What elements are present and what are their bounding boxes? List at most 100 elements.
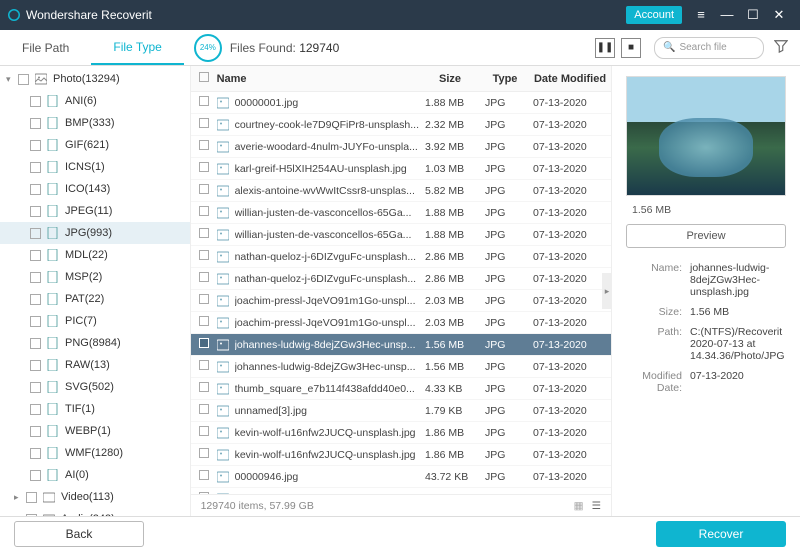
row-checkbox[interactable] [199,206,209,216]
recover-button[interactable]: Recover [656,521,786,547]
checkbox[interactable] [30,448,41,459]
checkbox[interactable] [30,338,41,349]
tree-item-icns[interactable]: ICNS(1) [0,156,190,178]
maximize-icon[interactable]: ☐ [740,7,766,23]
back-button[interactable]: Back [14,521,144,547]
file-row[interactable]: 00000946.jpg 43.72 KB JPG 07-13-2020 [191,466,611,488]
chevron-right-icon[interactable]: ▸ [14,514,26,517]
row-checkbox[interactable] [199,118,209,128]
row-checkbox[interactable] [199,272,209,282]
checkbox[interactable] [30,360,41,371]
col-size[interactable]: Size [419,73,481,85]
tree-item-mdl[interactable]: MDL(22) [0,244,190,266]
file-row[interactable]: nathan-queloz-j-6DIZvguFc-unsplash... 2.… [191,268,611,290]
row-checkbox[interactable] [199,316,209,326]
tree-item-pat[interactable]: PAT(22) [0,288,190,310]
row-checkbox[interactable] [199,250,209,260]
collapse-preview-icon[interactable]: ▸ [602,273,612,309]
file-row[interactable]: 00000001.jpg 1.88 MB JPG 07-13-2020 [191,92,611,114]
file-row[interactable]: nathan-queloz-j-6DIZvguFc-unsplash... 2.… [191,246,611,268]
file-row[interactable]: kevin-wolf-u16nfw2JUCQ-unsplash.jpg 1.86… [191,444,611,466]
file-row[interactable]: willian-justen-de-vasconcellos-65Ga... 1… [191,202,611,224]
row-checkbox[interactable] [199,338,209,348]
tree-item-raw[interactable]: RAW(13) [0,354,190,376]
row-checkbox[interactable] [199,162,209,172]
checkbox[interactable] [30,250,41,261]
close-icon[interactable]: ✕ [766,7,792,23]
search-input[interactable]: 🔍 Search file [654,37,764,59]
file-row[interactable]: johannes-ludwig-8dejZGw3Hec-unsp... 1.56… [191,356,611,378]
tree-item-jpeg[interactable]: JPEG(11) [0,200,190,222]
file-row[interactable]: kevin-wolf-u16nfw2JUCQ-unsplash.jpg 1.86… [191,422,611,444]
tree-item-webp[interactable]: WEBP(1) [0,420,190,442]
tree-item-jpg[interactable]: JPG(993) [0,222,190,244]
checkbox[interactable] [30,272,41,283]
tree-item-msp[interactable]: MSP(2) [0,266,190,288]
tree-item-gif[interactable]: GIF(621) [0,134,190,156]
tab-file-path[interactable]: File Path [0,30,91,65]
view-list-icon[interactable]: ☰ [592,500,601,512]
col-date[interactable]: Date Modified [529,73,611,85]
checkbox[interactable] [26,514,37,517]
row-checkbox[interactable] [199,382,209,392]
file-row[interactable]: joachim-pressl-JqeVO91m1Go-unspl... 2.03… [191,290,611,312]
row-checkbox[interactable] [199,228,209,238]
row-checkbox[interactable] [199,140,209,150]
preview-button[interactable]: Preview [626,224,786,248]
tree-item-ani[interactable]: ANI(6) [0,90,190,112]
row-checkbox[interactable] [199,404,209,414]
checkbox[interactable] [30,404,41,415]
file-row[interactable]: courtney-cook-le7D9QFiPr8-unsplash... 2.… [191,114,611,136]
col-type[interactable]: Type [481,73,529,85]
tree-root-photo[interactable]: ▾ Photo(13294) [0,68,190,90]
file-row[interactable]: thumb_square_e7b114f438afdd40e0... 4.33 … [191,378,611,400]
checkbox[interactable] [30,140,41,151]
tree-item-ai[interactable]: AI(0) [0,464,190,486]
tree-item-pic[interactable]: PIC(7) [0,310,190,332]
checkbox[interactable] [30,96,41,107]
account-button[interactable]: Account [626,6,682,24]
chevron-down-icon[interactable]: ▾ [6,74,18,85]
file-row[interactable]: unnamed[3].jpg 1.79 KB JPG 07-13-2020 [191,400,611,422]
checkbox[interactable] [30,382,41,393]
row-checkbox[interactable] [199,184,209,194]
checkbox[interactable] [30,184,41,195]
tree-item-svg[interactable]: SVG(502) [0,376,190,398]
row-checkbox[interactable] [199,360,209,370]
checkbox[interactable] [30,162,41,173]
select-all-checkbox[interactable] [199,72,209,82]
view-thumb-icon[interactable]: ▦ [574,500,584,512]
chevron-right-icon[interactable]: ▸ [14,492,26,503]
checkbox[interactable] [30,206,41,217]
checkbox[interactable] [30,118,41,129]
checkbox[interactable] [30,294,41,305]
tree-item-ico[interactable]: ICO(143) [0,178,190,200]
tree-item-tif[interactable]: TIF(1) [0,398,190,420]
scan-progress[interactable]: 24% [194,34,222,62]
tree-item-wmf[interactable]: WMF(1280) [0,442,190,464]
stop-button[interactable]: ■ [621,38,641,58]
file-row[interactable]: johannes-ludwig-8dejZGw3Hec-unsp... 1.56… [191,334,611,356]
checkbox[interactable] [26,492,37,503]
row-checkbox[interactable] [199,448,209,458]
tree-item-png[interactable]: PNG(8984) [0,332,190,354]
col-name[interactable]: Name [217,73,419,85]
pause-button[interactable]: ❚❚ [595,38,615,58]
tree-cat-video[interactable]: ▸ Video(113) [0,486,190,508]
checkbox[interactable] [30,470,41,481]
file-row[interactable]: karl-greif-H5lXIH254AU-unsplash.jpg 1.03… [191,158,611,180]
row-checkbox[interactable] [199,426,209,436]
file-row[interactable]: averie-woodard-4nulm-JUYFo-unspla... 3.9… [191,136,611,158]
filter-icon[interactable] [774,39,788,56]
tree-cat-audio[interactable]: ▸ Audio(243) [0,508,190,516]
tab-file-type[interactable]: File Type [91,30,183,65]
row-checkbox[interactable] [199,470,209,480]
file-row[interactable]: alexis-antoine-wvWwItCssr8-unsplas... 5.… [191,180,611,202]
file-row[interactable]: joachim-pressl-JqeVO91m1Go-unspl... 2.03… [191,312,611,334]
minimize-icon[interactable]: — [714,7,740,23]
menu-icon[interactable]: ≡ [688,7,714,23]
tree-item-bmp[interactable]: BMP(333) [0,112,190,134]
checkbox[interactable] [18,74,29,85]
checkbox[interactable] [30,316,41,327]
checkbox[interactable] [30,426,41,437]
